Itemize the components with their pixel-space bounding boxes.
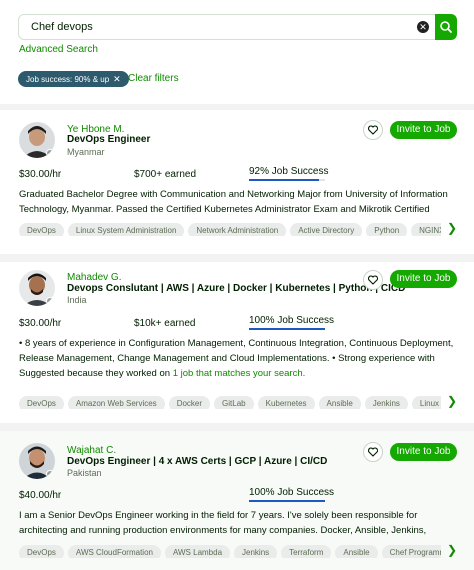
skill-tag[interactable]: Python	[366, 223, 408, 236]
search-query-text: Chef devops	[31, 21, 93, 33]
skill-tag[interactable]: Terraform	[281, 545, 332, 558]
save-freelancer-button[interactable]	[363, 442, 383, 462]
skill-tag[interactable]: DevOps	[19, 223, 64, 236]
skill-tag[interactable]: Jenkins	[364, 396, 408, 409]
hourly-rate: $30.00/hr	[19, 169, 62, 180]
hourly-rate: $30.00/hr	[19, 318, 62, 329]
skill-tag[interactable]: Ansible	[318, 396, 361, 409]
skill-tag[interactable]: Jenkins	[234, 545, 278, 558]
skill-tag[interactable]: AWS Lambda	[164, 545, 231, 558]
skill-tag[interactable]: Amazon Web Services	[67, 396, 165, 409]
job-success-label: 100% Job Success	[249, 487, 335, 498]
skills-list: DevOps AWS CloudFormation AWS Lambda Jenkin…	[19, 542, 441, 558]
freelancer-title: DevOps Engineer	[67, 134, 151, 145]
freelancer-description: Graduated Bachelor Degree with Communica…	[19, 189, 448, 215]
total-earned: $10k+ earned	[134, 318, 196, 329]
skills-list: DevOps Linux System Administration Network…	[19, 220, 441, 236]
job-success-label: 92% Job Success	[249, 166, 329, 177]
freelancer-name[interactable]: Mahadev G.	[67, 272, 121, 283]
freelancer-name[interactable]: Wajahat C.	[67, 445, 116, 456]
freelancer-description: • 8 years of experience in Configuration…	[19, 338, 454, 364]
search-icon	[440, 21, 452, 33]
skill-tag[interactable]: Network Administration	[188, 223, 287, 236]
freelancer-card[interactable]: Wajahat C. DevOps Engineer | 4 x AWS Cer…	[0, 431, 474, 570]
remove-filter-icon[interactable]: ✕	[113, 74, 121, 84]
job-success-bar	[249, 179, 325, 181]
filter-chip-job-success[interactable]: Job success: 90% & up ✕	[18, 71, 129, 87]
online-status-dot	[46, 470, 54, 478]
freelancer-card[interactable]: Ye Hbone M. DevOps Engineer Myanmar Invi…	[0, 110, 474, 254]
job-success-bar-fill	[249, 328, 325, 330]
page: Chef devops ✕ Advanced Search Job succes…	[0, 0, 474, 570]
suggestion-reason: Suggested because they worked on 1 job t…	[19, 368, 305, 379]
save-freelancer-button[interactable]	[363, 270, 383, 290]
invite-to-job-button[interactable]: Invite to Job	[390, 121, 457, 139]
skills-next-arrow[interactable]: ❯	[446, 220, 458, 236]
invite-to-job-button[interactable]: Invite to Job	[390, 270, 457, 288]
filter-chip-label: Job success: 90% & up	[26, 75, 110, 84]
skill-tag[interactable]: NGINX	[411, 223, 441, 236]
freelancer-location: Myanmar	[67, 147, 105, 157]
save-freelancer-button[interactable]	[363, 120, 383, 140]
skill-tag[interactable]: AWS CloudFormation	[67, 545, 161, 558]
job-success-bar-fill	[249, 179, 319, 181]
job-success-bar-fill	[249, 500, 325, 502]
search-input[interactable]: Chef devops ✕	[18, 14, 436, 40]
freelancer-location: India	[67, 295, 87, 305]
avatar[interactable]	[19, 270, 55, 306]
skill-tag[interactable]: Active Directory	[290, 223, 363, 236]
matching-jobs-link[interactable]: 1 job that matches your search.	[173, 368, 306, 379]
skill-tag[interactable]: GitLab	[214, 396, 254, 409]
skills-next-arrow[interactable]: ❯	[446, 542, 458, 558]
heart-icon	[367, 447, 379, 457]
online-status-dot	[46, 297, 54, 305]
total-earned: $700+ earned	[134, 169, 197, 180]
job-success-bar	[249, 328, 325, 330]
freelancer-location: Pakistan	[67, 468, 102, 478]
skill-tag[interactable]: DevOps	[19, 396, 64, 409]
skill-tag[interactable]: Docker	[168, 396, 211, 409]
clear-filters-link[interactable]: Clear filters	[128, 73, 179, 84]
online-status-dot	[46, 149, 54, 157]
avatar[interactable]	[19, 122, 55, 158]
skill-tag[interactable]: Kubernetes	[257, 396, 315, 409]
freelancer-card[interactable]: Mahadev G. Devops Conslutant | AWS | Azu…	[0, 262, 474, 423]
hourly-rate: $40.00/hr	[19, 490, 62, 501]
skills-list: DevOps Amazon Web Services Docker GitLab Kub…	[19, 393, 441, 409]
advanced-search-link[interactable]: Advanced Search	[19, 44, 98, 55]
search-button[interactable]	[435, 14, 457, 40]
skills-next-arrow[interactable]: ❯	[446, 393, 458, 409]
skill-tag[interactable]: Chef Programming Language	[381, 545, 441, 558]
job-success-label: 100% Job Success	[249, 315, 335, 326]
skill-tag[interactable]: Linux System Administration	[411, 396, 441, 409]
heart-icon	[367, 275, 379, 285]
suggestion-text: Suggested because they worked on	[19, 368, 173, 379]
freelancer-description: I am a Senior DevOps Engineer working in…	[19, 510, 427, 536]
job-success-bar	[249, 500, 325, 502]
avatar[interactable]	[19, 443, 55, 479]
skill-tag[interactable]: Linux System Administration	[67, 223, 185, 236]
clear-search-icon[interactable]: ✕	[417, 21, 429, 33]
invite-to-job-button[interactable]: Invite to Job	[390, 443, 457, 461]
skill-tag[interactable]: Ansible	[335, 545, 378, 558]
freelancer-title: DevOps Engineer | 4 x AWS Certs | GCP | …	[67, 456, 328, 467]
search-section: Chef devops ✕ Advanced Search Job succes…	[0, 0, 474, 104]
heart-icon	[367, 125, 379, 135]
skill-tag[interactable]: DevOps	[19, 545, 64, 558]
freelancer-title: Devops Conslutant | AWS | Azure | Docker…	[67, 283, 406, 294]
